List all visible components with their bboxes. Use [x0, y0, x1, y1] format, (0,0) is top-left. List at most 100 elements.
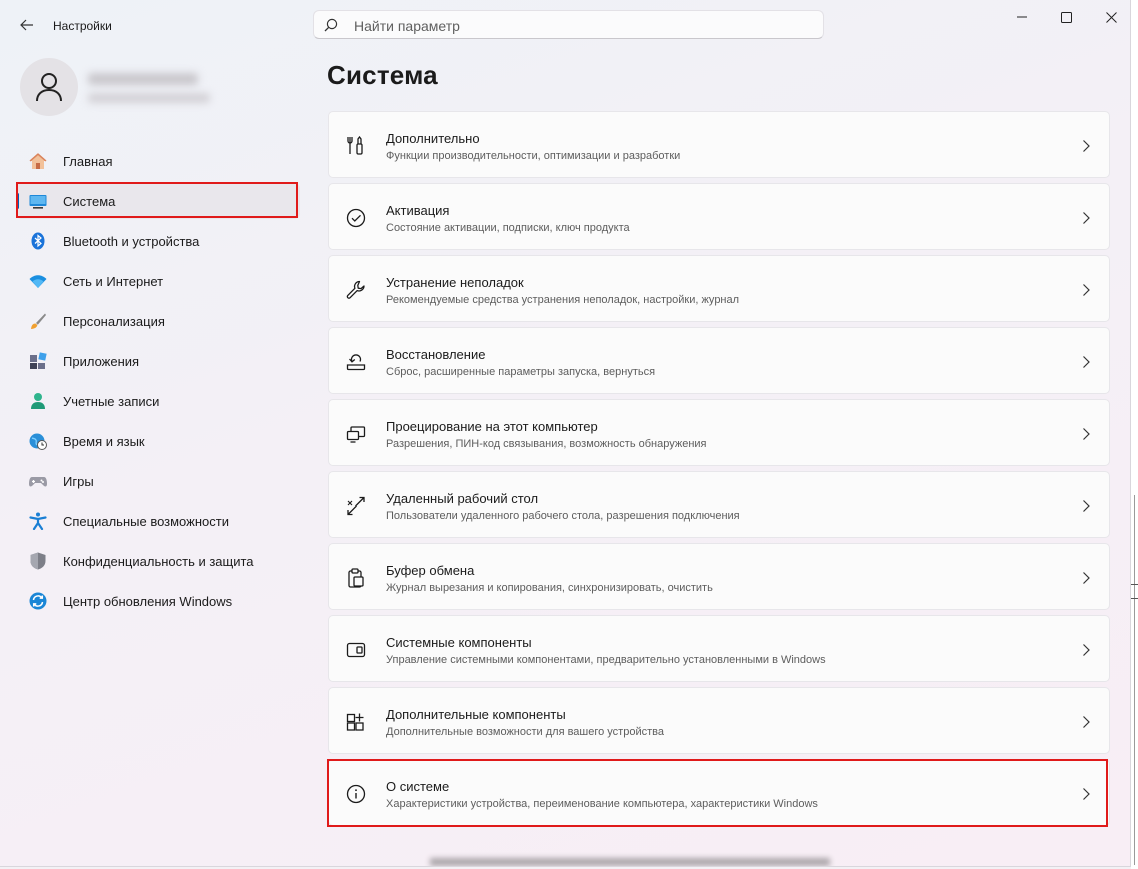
info-icon — [346, 784, 366, 804]
search-input[interactable] — [352, 15, 816, 37]
gamepad-icon — [29, 477, 47, 487]
background-window-edge — [430, 858, 830, 866]
brush-icon — [31, 313, 46, 329]
card-subtitle: Пользователи удаленного рабочего стола, … — [386, 510, 740, 522]
card-title: Устранение неполадок — [386, 275, 524, 290]
sidebar-item-label: Игры — [63, 474, 94, 489]
close-icon — [1105, 11, 1117, 23]
card-subtitle: Разрешения, ПИН-код связывания, возможно… — [386, 438, 707, 450]
minimize-icon — [1017, 16, 1027, 18]
card-subtitle: Характеристики устройства, переименовани… — [386, 798, 818, 810]
chevron-right-icon — [1083, 572, 1090, 584]
card-subtitle: Журнал вырезания и копирования, синхрони… — [386, 582, 713, 594]
accessibility-icon — [29, 512, 47, 530]
apps-icon — [30, 352, 47, 369]
background-tick — [1131, 584, 1138, 585]
app-title: Настройки — [53, 19, 112, 33]
page-title: Система — [327, 60, 438, 90]
maximize-button[interactable] — [1043, 4, 1089, 30]
card-title: Проецирование на этот компьютер — [386, 419, 598, 434]
card-subtitle: Состояние активации, подписки, ключ прод… — [386, 222, 630, 234]
sidebar-item-apps[interactable]: Приложения — [16, 343, 300, 379]
card-projection[interactable]: Проецирование на этот компьютер Разрешен… — [328, 399, 1110, 466]
recovery-icon — [346, 354, 366, 371]
active-indicator — [16, 193, 19, 209]
sidebar-item-label: Учетные записи — [63, 394, 160, 409]
chevron-right-icon — [1083, 212, 1090, 224]
account-icon — [31, 393, 45, 409]
background-window-strip — [1131, 0, 1138, 869]
blurred-user-email — [88, 93, 210, 103]
back-button[interactable] — [14, 12, 40, 38]
chevron-right-icon — [1083, 428, 1090, 440]
background-divider — [1134, 495, 1135, 865]
sidebar-item-home[interactable]: Главная — [16, 143, 300, 179]
card-about[interactable]: О системе Характеристики устройства, пер… — [328, 759, 1110, 826]
card-advanced[interactable]: Дополнительно Функции производительности… — [328, 111, 1110, 178]
sidebar-item-label: Персонализация — [63, 314, 165, 329]
card-activation[interactable]: Активация Состояние активации, подписки,… — [328, 183, 1110, 250]
card-title: Удаленный рабочий стол — [386, 491, 539, 506]
system-components-icon — [346, 642, 366, 658]
globe-clock-icon — [29, 433, 47, 450]
card-troubleshoot[interactable]: Устранение неполадок Рекомендуемые средс… — [328, 255, 1110, 322]
sidebar-item-label: Приложения — [63, 354, 140, 369]
minimize-button[interactable] — [999, 4, 1045, 30]
sidebar-item-bluetooth[interactable]: Bluetooth и устройства — [16, 223, 300, 259]
projection-icon — [346, 426, 366, 443]
sidebar-item-system[interactable]: Система — [16, 183, 300, 219]
settings-list: Дополнительно Функции производительности… — [328, 111, 1110, 831]
card-optional-features[interactable]: Дополнительные компоненты Дополнительные… — [328, 687, 1110, 754]
card-title: Активация — [386, 203, 450, 218]
card-subtitle: Сброс, расширенные параметры запуска, ве… — [386, 366, 656, 378]
card-remote-desktop[interactable]: Удаленный рабочий стол Пользователи удал… — [328, 471, 1110, 538]
chevron-right-icon — [1083, 356, 1090, 368]
home-icon — [29, 153, 47, 169]
sidebar-item-label: Конфиденциальность и защита — [63, 554, 254, 569]
card-system-components[interactable]: Системные компоненты Управление системны… — [328, 615, 1110, 682]
person-icon — [36, 73, 62, 102]
wrench-icon — [346, 280, 365, 299]
chevron-right-icon — [1083, 788, 1090, 800]
arrow-left-icon — [20, 19, 33, 31]
sidebar-item-label: Bluetooth и устройства — [63, 234, 200, 249]
search-icon — [324, 18, 338, 32]
card-title: О системе — [386, 779, 450, 794]
card-subtitle: Функции производительности, оптимизации … — [386, 150, 681, 162]
sidebar-item-network[interactable]: Сеть и Интернет — [16, 263, 300, 299]
system-display-icon — [29, 195, 47, 209]
blurred-user-name — [88, 73, 198, 85]
card-subtitle: Дополнительные возможности для вашего ус… — [386, 726, 664, 738]
sidebar-item-label: Центр обновления Windows — [63, 594, 233, 609]
sidebar-item-gaming[interactable]: Игры — [16, 463, 300, 499]
chevron-right-icon — [1083, 140, 1090, 152]
card-subtitle: Рекомендуемые средства устранения непола… — [386, 294, 740, 306]
card-clipboard[interactable]: Буфер обмена Журнал вырезания и копирова… — [328, 543, 1110, 610]
maximize-icon — [1060, 11, 1072, 23]
card-subtitle: Управление системными компонентами, пред… — [386, 654, 826, 666]
sidebar-item-time-language[interactable]: Время и язык — [16, 423, 300, 459]
check-circle-icon — [346, 208, 366, 228]
search-box[interactable] — [313, 10, 824, 39]
chevron-right-icon — [1083, 284, 1090, 296]
sidebar-item-privacy[interactable]: Конфиденциальность и защита — [16, 543, 300, 579]
card-title: Дополнительные компоненты — [386, 707, 566, 722]
sidebar-item-windows-update[interactable]: Центр обновления Windows — [16, 583, 300, 619]
clipboard-icon — [348, 568, 364, 588]
update-icon — [29, 592, 47, 610]
shield-icon — [30, 552, 46, 570]
chevron-right-icon — [1083, 716, 1090, 728]
card-recovery[interactable]: Восстановление Сброс, расширенные параме… — [328, 327, 1110, 394]
optional-features-icon — [346, 713, 364, 731]
sidebar-item-accounts[interactable]: Учетные записи — [16, 383, 300, 419]
close-button[interactable] — [1088, 4, 1130, 30]
avatar[interactable] — [20, 58, 78, 116]
sidebar-item-personalization[interactable]: Персонализация — [16, 303, 300, 339]
tools-icon — [347, 136, 363, 155]
sidebar-item-label: Специальные возможности — [63, 514, 229, 529]
sidebar-item-accessibility[interactable]: Специальные возможности — [16, 503, 300, 539]
chevron-right-icon — [1083, 644, 1090, 656]
card-title: Системные компоненты — [386, 635, 532, 650]
wifi-icon — [29, 275, 47, 288]
settings-window: Настройки Найти параметр Главная Система… — [0, 0, 1131, 867]
